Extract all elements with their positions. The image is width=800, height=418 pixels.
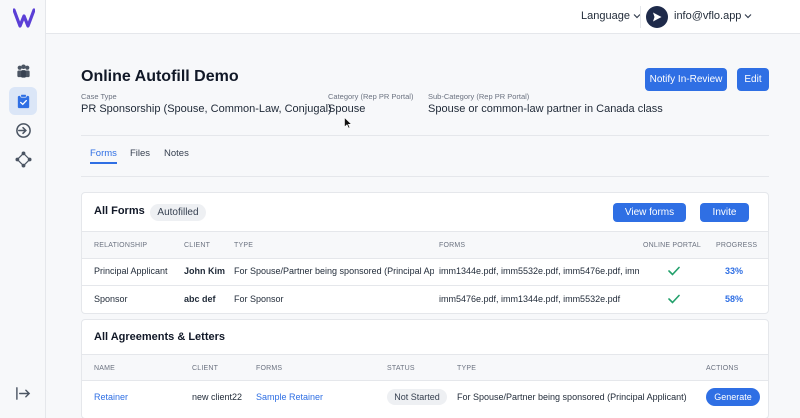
row2-progress: 58% [725, 294, 744, 304]
agreement-type: For Spouse/Partner being sponsored (Prin… [457, 392, 687, 402]
row-divider [82, 285, 768, 286]
case-type-value: PR Sponsorship (Spouse, Common-Law, Conj… [81, 103, 332, 115]
logout-icon [15, 386, 30, 400]
login-icon [15, 122, 31, 138]
sidebar-item-team[interactable] [9, 57, 37, 85]
col-online-portal: ONLINE PORTAL [643, 242, 701, 249]
row2-relationship: Sponsor [94, 294, 128, 304]
col-forms: FORMS [439, 242, 466, 249]
tab-files[interactable]: Files [130, 148, 150, 159]
col-type: TYPE [457, 365, 477, 372]
user-menu[interactable]: info@vflo.app [674, 10, 752, 22]
invite-button[interactable]: Invite [700, 203, 749, 222]
topbar-divider [640, 6, 641, 28]
sidebar-logout[interactable] [9, 379, 37, 407]
all-forms-title: All Forms [94, 205, 145, 217]
language-selector[interactable]: Language [581, 10, 641, 22]
case-check-icon [17, 93, 29, 108]
col-forms: FORMS [256, 365, 283, 372]
autofilled-badge: Autofilled [150, 204, 206, 221]
col-client: CLIENT [184, 242, 211, 249]
page-title: Online Autofill Demo [81, 68, 239, 85]
view-forms-button[interactable]: View forms [613, 203, 686, 222]
col-type: TYPE [234, 242, 254, 249]
language-label: Language [581, 10, 630, 22]
check-icon [668, 294, 680, 304]
check-icon [668, 266, 680, 276]
divider [81, 176, 769, 177]
row1-progress: 33% [725, 266, 744, 276]
col-name: NAME [94, 365, 116, 372]
agreement-name-link[interactable]: Retainer [94, 392, 128, 402]
agreement-client: new client22 [192, 392, 243, 402]
category-label: Category (Rep PR Portal) [328, 92, 414, 101]
active-tab-indicator [90, 162, 117, 164]
col-client: CLIENT [192, 365, 219, 372]
subcategory-label: Sub-Category (Rep PR Portal) [428, 92, 530, 101]
row2-client: abc def [184, 294, 216, 304]
send-icon [653, 12, 662, 22]
generate-button[interactable]: Generate [706, 388, 760, 406]
col-progress: PROGRESS [716, 242, 758, 249]
subcategory-value: Spouse or common-law partner in Canada c… [428, 103, 663, 115]
row2-type: For Sponsor [234, 294, 284, 304]
sidebar-item-workflow[interactable] [9, 145, 37, 173]
team-icon [16, 64, 30, 78]
row1-client: John Kim [184, 266, 226, 276]
sidebar-item-cases[interactable] [9, 87, 37, 115]
row1-forms: imm1344e.pdf, imm5532e.pdf, imm5476e.pdf… [439, 266, 639, 276]
row2-forms: imm5476e.pdf, imm1344e.pdf, imm5532e.pdf [439, 294, 621, 304]
workflow-icon [14, 150, 32, 168]
chevron-down-icon [745, 14, 752, 19]
category-value: Spouse [328, 103, 366, 115]
col-status: STATUS [387, 365, 415, 372]
notify-in-review-button[interactable]: Notify In-Review [645, 68, 727, 91]
row1-type: For Spouse/Partner being sponsored (Prin… [234, 266, 434, 276]
user-email: info@vflo.app [674, 10, 742, 22]
agreements-card: All Agreements & Letters NAME CLIENT FOR… [81, 319, 769, 418]
tab-notes[interactable]: Notes [164, 148, 189, 159]
case-type-label: Case Type [81, 92, 117, 101]
vflo-logo-icon[interactable] [13, 8, 35, 28]
divider [81, 135, 769, 136]
sidebar-item-login[interactable] [9, 116, 37, 144]
agreements-title: All Agreements & Letters [94, 331, 226, 343]
col-actions: ACTIONS [706, 365, 739, 372]
col-relationship: RELATIONSHIP [94, 242, 148, 249]
status-badge: Not Started [387, 389, 447, 405]
edit-button[interactable]: Edit [737, 68, 769, 91]
sidebar [0, 0, 46, 418]
tab-forms[interactable]: Forms [90, 148, 117, 159]
row1-relationship: Principal Applicant [94, 266, 168, 276]
avatar[interactable] [646, 6, 668, 28]
all-forms-card: All Forms Autofilled View forms Invite R… [81, 192, 769, 314]
agreements-table-header: NAME CLIENT FORMS STATUS TYPE ACTIONS [82, 354, 768, 381]
forms-table-header: RELATIONSHIP CLIENT TYPE FORMS ONLINE PO… [82, 231, 768, 259]
agreement-forms-link[interactable]: Sample Retainer [256, 392, 323, 402]
mouse-cursor-icon [344, 117, 352, 129]
